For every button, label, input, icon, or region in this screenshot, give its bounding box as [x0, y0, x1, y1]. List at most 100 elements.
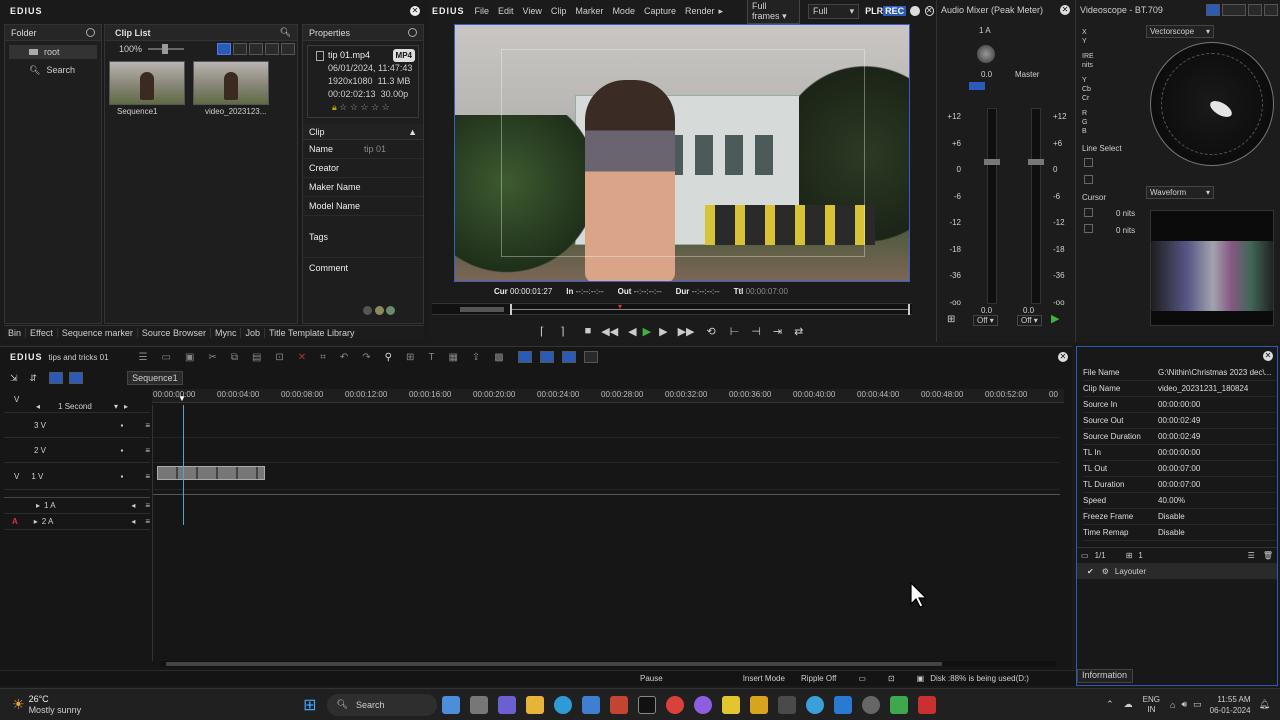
- network-icon[interactable]: ⌂: [1170, 700, 1175, 710]
- loop-icon[interactable]: ⟲: [707, 325, 716, 338]
- scrub-bar[interactable]: ▾: [432, 302, 912, 315]
- status-ripple[interactable]: Ripple Off: [801, 674, 836, 683]
- delete-icon[interactable]: 🗑︎: [1263, 551, 1273, 560]
- clock[interactable]: 11:55 AM 06-01-2024: [1210, 694, 1251, 716]
- app-icon-4[interactable]: [749, 695, 768, 714]
- tab-sequence-marker[interactable]: Sequence marker: [56, 327, 137, 338]
- video-clip[interactable]: [157, 466, 265, 480]
- view-large-icon[interactable]: [217, 43, 231, 55]
- sequence-tab[interactable]: Sequence1: [127, 371, 183, 385]
- tab-effect[interactable]: Effect: [25, 327, 57, 338]
- start-icon[interactable]: ⊞: [303, 695, 316, 715]
- playhead-icon[interactable]: ▼: [178, 394, 186, 403]
- track-menu-icon[interactable]: ≡: [145, 472, 150, 481]
- app-icon-3[interactable]: [721, 695, 740, 714]
- close-icon[interactable]: ✕: [924, 6, 934, 16]
- edius-icon[interactable]: [637, 695, 656, 714]
- view-medium-icon[interactable]: [233, 43, 247, 55]
- clip-field-creator[interactable]: Creator: [303, 159, 423, 178]
- scope-grid-icon[interactable]: [1248, 4, 1262, 16]
- expand-icon[interactable]: ▸: [34, 517, 38, 526]
- fast-forward-icon[interactable]: ▶▶: [678, 325, 695, 338]
- play-icon[interactable]: ▶: [1051, 312, 1059, 325]
- status-insert-mode[interactable]: Insert Mode: [743, 674, 785, 683]
- notification-icon[interactable]: 🔔︎: [1259, 699, 1270, 710]
- mixer-settings-icon[interactable]: ⊞: [947, 314, 955, 325]
- open-icon[interactable]: ▭: [162, 352, 171, 363]
- new-sequence-icon[interactable]: ☰: [139, 352, 148, 363]
- channel-mute-icon[interactable]: [969, 82, 985, 90]
- marker-icon[interactable]: ⚲: [385, 352, 392, 363]
- clip-item-sequence[interactable]: Sequence1: [109, 61, 185, 116]
- step-back-icon[interactable]: ◀: [628, 325, 636, 338]
- speaker-icon[interactable]: ◂: [131, 501, 135, 510]
- track-1v[interactable]: V1 V ▪ ≡: [4, 463, 150, 490]
- weather-widget[interactable]: 26°C Mostly sunny: [29, 694, 82, 716]
- line-select-checkbox[interactable]: [1084, 158, 1093, 167]
- menu-capture[interactable]: Capture: [644, 6, 676, 16]
- cut-icon[interactable]: ✂: [208, 352, 216, 363]
- replace-icon[interactable]: ⊡: [275, 352, 283, 363]
- trim-icon[interactable]: ⌗: [320, 352, 326, 363]
- menu-edit[interactable]: Edit: [498, 6, 514, 16]
- color-swatches[interactable]: [363, 306, 396, 317]
- tab-source-browser[interactable]: Source Browser: [136, 327, 210, 338]
- set-in-icon[interactable]: ⌈: [540, 325, 544, 338]
- information-tab[interactable]: Information: [1077, 669, 1133, 683]
- shuttle-slider[interactable]: [460, 307, 504, 312]
- track-mode-icon[interactable]: ⇵: [30, 373, 38, 384]
- zoom-slider[interactable]: [148, 44, 185, 54]
- chrome-icon-2[interactable]: [805, 695, 824, 714]
- view-list-icon[interactable]: [281, 43, 295, 55]
- track-3v[interactable]: 3 V ▪ ≡: [4, 413, 150, 438]
- track-lock-icon[interactable]: ▪: [120, 421, 123, 430]
- clip-field-tags[interactable]: Tags: [303, 216, 423, 258]
- track-1a[interactable]: ▸ 1 A ◂ ≡: [4, 498, 150, 514]
- layouter-checkbox[interactable]: ✔: [1087, 567, 1094, 576]
- volume-icon[interactable]: 🔊︎: [1181, 699, 1187, 710]
- track-menu-icon[interactable]: ≡: [145, 501, 150, 510]
- tab-title-template-library[interactable]: Title Template Library: [263, 327, 359, 338]
- menu-clip[interactable]: Clip: [551, 6, 567, 16]
- folder-item-root[interactable]: root: [9, 45, 97, 59]
- undo-icon[interactable]: ↶: [340, 352, 348, 363]
- timeline-scrollbar[interactable]: [160, 661, 1056, 667]
- set-out-icon[interactable]: ⌉: [560, 325, 564, 338]
- scope-split-icon[interactable]: [1264, 4, 1278, 16]
- tab-bin[interactable]: Bin: [4, 328, 25, 338]
- track-menu-icon[interactable]: ≡: [145, 517, 150, 526]
- frames-dropdown[interactable]: Full frames ▾: [747, 0, 801, 24]
- close-icon[interactable]: ✕: [1058, 352, 1068, 362]
- track-2a[interactable]: A ▸ 2 A ◂ ≡: [4, 514, 150, 530]
- menu-render[interactable]: Render: [685, 6, 715, 16]
- store-icon[interactable]: [581, 695, 600, 714]
- scope-layout-icon[interactable]: [1222, 4, 1246, 16]
- tab-job[interactable]: Job: [240, 327, 264, 338]
- split-icon[interactable]: ⊞: [406, 352, 414, 363]
- cursor-checkbox[interactable]: [1084, 208, 1093, 217]
- copy-icon[interactable]: ⧉: [231, 352, 238, 363]
- list-icon[interactable]: ☰: [1248, 551, 1255, 560]
- settings-icon[interactable]: [408, 28, 417, 37]
- master-fader[interactable]: [1028, 108, 1044, 304]
- track-menu-icon[interactable]: ≡: [145, 446, 150, 455]
- battery-icon[interactable]: ▭: [1193, 699, 1202, 710]
- ripple-toggle-icon[interactable]: [69, 372, 84, 384]
- menu-marker[interactable]: Marker: [575, 6, 603, 16]
- waveform-dropdown[interactable]: Waveform ▾: [1146, 186, 1214, 199]
- track-2v[interactable]: 2 V ▪ ≡: [4, 438, 150, 463]
- settings-icon[interactable]: [861, 695, 880, 714]
- app-icon-2[interactable]: [693, 695, 712, 714]
- track-lock-icon[interactable]: ▪: [120, 446, 123, 455]
- app-icon-5[interactable]: [777, 695, 796, 714]
- tab-mync[interactable]: Mync: [209, 327, 241, 338]
- app-icon-6[interactable]: [889, 695, 908, 714]
- tray-chevron-icon[interactable]: ⌃: [1106, 699, 1114, 710]
- clip-field-comment[interactable]: Comment: [303, 258, 423, 278]
- tray-icon-1[interactable]: ☁: [1124, 699, 1133, 710]
- folder-settings-icon[interactable]: [86, 28, 95, 37]
- clip-field-model[interactable]: Model Name: [303, 197, 423, 216]
- close-icon[interactable]: ✕: [1263, 351, 1273, 361]
- close-icon[interactable]: ✕: [1060, 5, 1070, 15]
- layouter-row[interactable]: ✔ ⚙︎ Layouter: [1077, 563, 1277, 579]
